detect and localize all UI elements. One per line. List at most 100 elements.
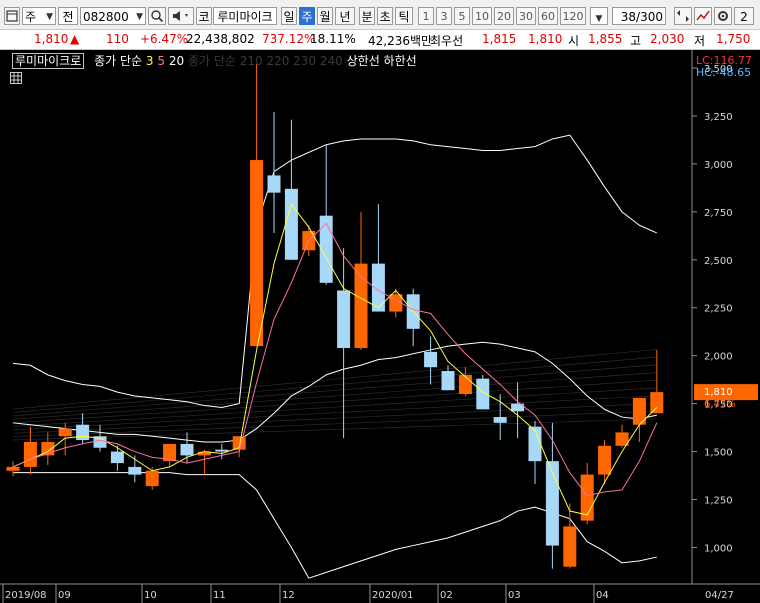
price-label: 1,000: [704, 543, 733, 554]
time-label: 11: [213, 590, 226, 601]
arrows-icon[interactable]: [674, 7, 692, 25]
faded-ma-label: 종가 단순 210 220 230 240: [187, 54, 343, 68]
stock-code-input[interactable]: 082800 ▼: [80, 7, 146, 25]
current-price: 1,810: [34, 32, 69, 46]
candle-body: [476, 378, 490, 410]
price-label: 1,500: [704, 448, 733, 459]
search-icon[interactable]: [148, 7, 166, 25]
chart-stock-name[interactable]: 루미마이크로: [12, 53, 85, 69]
interval-1[interactable]: 1: [418, 7, 434, 25]
price-label: 3,000: [704, 160, 733, 171]
tab-day[interactable]: 일: [281, 7, 297, 25]
stock-code-value: 082800: [83, 10, 129, 24]
hc-value: HC:-48.65: [696, 66, 752, 79]
chart-legend: 루미마이크로 종가 단순 3 5 20 종가 단순 210 220 230 24…: [12, 53, 417, 69]
candle-body: [598, 445, 612, 475]
long-ma-line: [12, 387, 657, 427]
price-chart[interactable]: 1,000 1,250 1,500 1,750 2,000 2,250 2,500 2,750…: [0, 50, 760, 603]
long-ma-line: [12, 379, 657, 424]
window-icon[interactable]: [4, 7, 20, 25]
tab-minute[interactable]: 분: [359, 7, 375, 25]
settings-icon[interactable]: [714, 7, 732, 25]
market-type-button[interactable]: 코: [196, 7, 212, 25]
time-label: 03: [508, 590, 521, 601]
ma20-label[interactable]: 20: [169, 54, 184, 68]
best-quote-label: 최우선: [430, 34, 464, 48]
price-label: 2,750: [704, 208, 733, 219]
turnover-rate: 18.11%: [310, 32, 356, 46]
trend-tool-icon[interactable]: [694, 7, 712, 25]
candle-body: [6, 466, 20, 471]
chevron-down-icon: ▼: [46, 12, 53, 22]
long-ma-line: [12, 356, 657, 413]
price-axis-panel: [692, 50, 760, 603]
time-label: 04: [596, 590, 609, 601]
time-label: 04/27: [705, 590, 734, 601]
edge-button[interactable]: 2: [734, 7, 754, 25]
long-ma-line: [12, 372, 657, 420]
period-select[interactable]: 주 ▼: [22, 7, 56, 25]
candle-body: [528, 426, 542, 462]
ma5-label[interactable]: 5: [157, 54, 165, 68]
ma3-label[interactable]: 3: [146, 54, 154, 68]
ma3-line: [12, 203, 658, 516]
interval-60[interactable]: 60: [538, 7, 558, 25]
interval-120[interactable]: 120: [560, 7, 586, 25]
time-label: 2019/08: [5, 590, 47, 601]
tab-week[interactable]: 주: [299, 7, 315, 25]
band-limits-label[interactable]: 상한선 하한선: [347, 54, 417, 68]
lower-band-line: [13, 472, 657, 579]
ma-indicator-label[interactable]: 종가 단순: [94, 54, 142, 68]
high-price: 2,030: [650, 32, 685, 46]
price-label: 2,250: [704, 304, 733, 315]
interval-5[interactable]: 5: [454, 7, 470, 25]
candle-body: [371, 263, 385, 312]
bar-count-value: 38: [620, 10, 637, 24]
time-label: 02: [440, 590, 453, 601]
interval-dropdown[interactable]: ▼: [590, 7, 608, 25]
candle-body: [267, 175, 281, 193]
bar-count-total: /300: [636, 10, 663, 24]
chevron-down-icon: ▼: [595, 14, 603, 24]
open-price: 1,855: [588, 32, 623, 46]
interval-10[interactable]: 10: [472, 7, 492, 25]
price-label: 2,000: [704, 352, 733, 363]
quote-bar: 1,810 ▲ 110 +6.47% 22,438,802 737.12% 18…: [0, 30, 760, 50]
tab-month[interactable]: 월: [317, 7, 333, 25]
speaker-icon[interactable]: [168, 7, 194, 25]
long-ma-line: [12, 418, 657, 441]
bid-price: 1,810: [528, 32, 563, 46]
trade-amount: 42,236백만: [368, 34, 433, 48]
tab-second[interactable]: 초: [377, 7, 393, 25]
current-price-label: 1,810: [704, 387, 733, 398]
interval-20[interactable]: 20: [494, 7, 514, 25]
tab-tick[interactable]: 틱: [395, 7, 413, 25]
long-ma-line: [12, 403, 657, 434]
candle-body: [337, 290, 351, 349]
market-select[interactable]: 전: [58, 7, 78, 25]
period-select-value: 주: [25, 10, 37, 24]
candlestick-chart[interactable]: 1,0001,2501,5001,7502,0002,2502,5002,750…: [0, 50, 760, 603]
price-change-pct: +6.47%: [140, 32, 189, 46]
time-label: 12: [282, 590, 295, 601]
candle-body: [76, 424, 90, 441]
volume-ratio: 737.12%: [262, 32, 316, 46]
interval-3[interactable]: 3: [436, 7, 452, 25]
candle-body: [128, 466, 142, 475]
time-label: 09: [58, 590, 71, 601]
long-ma-line: [12, 349, 657, 410]
volume: 22,438,802: [186, 32, 255, 46]
bar-count-input[interactable]: 38/300: [612, 7, 666, 25]
toolbar: 주 ▼ 전 082800 ▼ 코 루미마이크 일 주 월 년 분 초 틱 1 3…: [0, 0, 760, 30]
tab-year[interactable]: 년: [335, 7, 355, 25]
interval-30[interactable]: 30: [516, 7, 536, 25]
candle-body: [215, 449, 229, 452]
long-ma-line: [12, 395, 657, 431]
candle-body: [145, 470, 159, 487]
grid-toggle-icon[interactable]: [10, 72, 22, 84]
current-pct-label: 6.47%: [704, 399, 736, 410]
up-arrow-icon: ▲: [70, 32, 80, 46]
candle-body: [441, 371, 455, 391]
ask-price: 1,815: [482, 32, 517, 46]
candle-body: [23, 441, 37, 467]
